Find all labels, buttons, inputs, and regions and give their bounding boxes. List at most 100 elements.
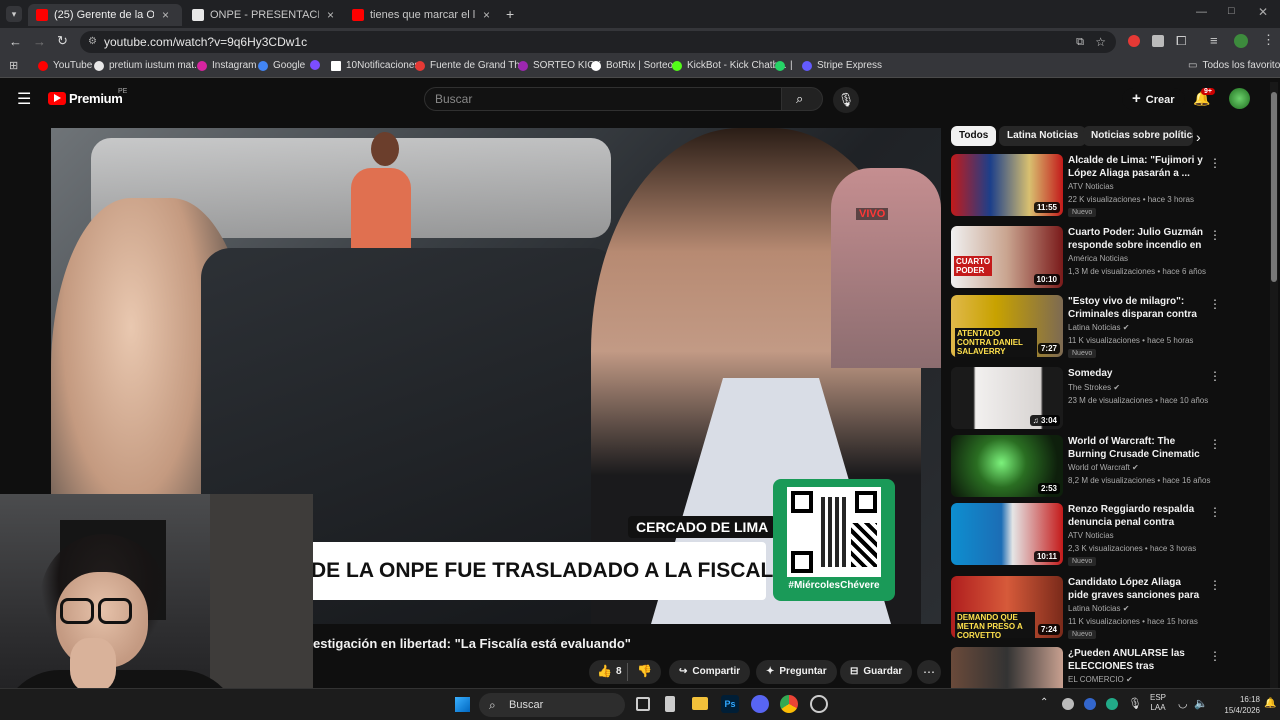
- forward-arrow-icon[interactable]: →: [33, 34, 46, 49]
- video-title[interactable]: Cuarto Poder: Julio Guzmán responde sobr…: [1068, 226, 1204, 252]
- chip-latina-noticias[interactable]: Latina Noticias: [999, 126, 1087, 146]
- more-options-icon[interactable]: ⋮: [1209, 578, 1221, 592]
- more-options-icon[interactable]: ⋮: [1209, 156, 1221, 170]
- search-input[interactable]: Buscar: [424, 87, 782, 111]
- chevron-right-icon[interactable]: ›: [1196, 129, 1201, 145]
- tray-app-icon[interactable]: [1084, 698, 1096, 710]
- bookmark-kickbot[interactable]: KickBot - Kick Chatb...: [672, 60, 786, 71]
- close-tab-icon[interactable]: ×: [483, 8, 490, 22]
- language-indicator[interactable]: ESP LAA: [1150, 693, 1166, 713]
- search-button[interactable]: ⌕: [781, 87, 823, 111]
- account-avatar[interactable]: [1229, 88, 1250, 109]
- address-bar[interactable]: ⚙ youtube.com/watch?v=9q6Hy3CDw1c ⧉ ☆: [80, 31, 1116, 53]
- tray-app-icon[interactable]: [1106, 698, 1118, 710]
- thumbnail[interactable]: 10:11: [951, 503, 1063, 565]
- maximize-icon[interactable]: □: [1228, 5, 1235, 17]
- thumbnail[interactable]: CUARTO PODER 10:10: [951, 226, 1063, 288]
- notification-center-icon[interactable]: 🔔: [1264, 698, 1276, 709]
- video-title[interactable]: ¿Pueden ANULARSE las ELECCIONES tras ERR…: [1068, 647, 1204, 673]
- new-tab-button[interactable]: +: [506, 6, 514, 22]
- chip-todos[interactable]: Todos: [951, 126, 997, 146]
- channel-name[interactable]: World of Warcraft ✔: [1068, 463, 1139, 472]
- site-info-icon[interactable]: ⚙: [88, 31, 97, 53]
- windows-start-icon[interactable]: [455, 697, 470, 712]
- channel-name[interactable]: Latina Noticias ✔: [1068, 323, 1129, 332]
- dislike-thumb-icon[interactable]: 👎: [637, 664, 652, 678]
- reading-list-icon[interactable]: ≡: [1210, 33, 1218, 48]
- photoshop-icon[interactable]: Ps: [721, 695, 739, 713]
- more-options-icon[interactable]: ⋮: [1209, 649, 1221, 663]
- discord-icon[interactable]: [751, 695, 769, 713]
- recommendation-item[interactable]: DEMANDO QUE METAN PRESO A CORVETTO 7:24 …: [951, 576, 1261, 640]
- more-actions-icon[interactable]: ⋯: [917, 660, 941, 684]
- bookmark-botrix[interactable]: BotRix | Sorteos: [591, 60, 678, 71]
- taskbar-search[interactable]: ⌕ Buscar: [479, 693, 625, 717]
- channel-name[interactable]: Latina Noticias ✔: [1068, 604, 1129, 613]
- clock[interactable]: 16:18 15/4/2026: [1212, 694, 1260, 716]
- volume-icon[interactable]: 🔈: [1194, 697, 1208, 710]
- bookmark-instagram[interactable]: Instagram: [197, 60, 256, 71]
- tab-youtube-lapiz[interactable]: tienes que marcar el lapiz caraj ×: [344, 4, 498, 26]
- create-button[interactable]: + Crear: [1122, 88, 1185, 110]
- bookmark-stripe[interactable]: Stripe Express: [802, 60, 882, 71]
- bookmark-x-notifications[interactable]: 10Notificaciones: [331, 60, 419, 71]
- youtube-premium-logo[interactable]: Premium: [69, 91, 123, 106]
- channel-name[interactable]: ATV Noticias: [1068, 531, 1114, 540]
- show-hidden-icons-icon[interactable]: ⌃: [1040, 697, 1048, 708]
- voice-search-mic-icon[interactable]: 🎙: [833, 87, 859, 113]
- extensions-puzzle-icon[interactable]: ⧠: [1176, 33, 1186, 49]
- more-options-icon[interactable]: ⋮: [1209, 437, 1221, 451]
- thumbnail[interactable]: ♫ 3:04: [951, 367, 1063, 429]
- file-explorer-icon[interactable]: [692, 697, 708, 710]
- more-options-icon[interactable]: ⋮: [1209, 369, 1221, 383]
- video-title[interactable]: Candidato López Aliaga pide graves sanci…: [1068, 576, 1204, 602]
- video-title[interactable]: Someday: [1068, 367, 1204, 380]
- scrollbar-thumb[interactable]: [1271, 92, 1277, 282]
- close-window-icon[interactable]: ✕: [1258, 5, 1268, 19]
- thumbnail[interactable]: DEMANDO QUE METAN PRESO A CORVETTO 7:24: [951, 576, 1063, 638]
- minimize-icon[interactable]: —: [1196, 6, 1207, 18]
- chrome-taskbar-icon[interactable]: [780, 695, 798, 713]
- app-icon[interactable]: [665, 696, 675, 712]
- wifi-icon[interactable]: ◡: [1178, 697, 1188, 710]
- apps-grid-icon[interactable]: ⊞: [9, 59, 18, 72]
- more-options-icon[interactable]: ⋮: [1209, 505, 1221, 519]
- channel-name[interactable]: América Noticias: [1068, 254, 1128, 263]
- tab-youtube-onpe[interactable]: (25) Gerente de la ONPE podría ×: [28, 4, 182, 26]
- recommendation-item[interactable]: CUARTO PODER 10:10 Cuarto Poder: Julio Gu…: [951, 226, 1261, 290]
- bookmark-star-icon[interactable]: ☆: [1095, 31, 1106, 53]
- channel-name[interactable]: The Strokes ✔: [1068, 383, 1120, 392]
- ask-button[interactable]: ✦ Preguntar: [756, 660, 837, 684]
- close-tab-icon[interactable]: ×: [327, 8, 334, 22]
- bookmark-google[interactable]: Google: [258, 60, 305, 71]
- microphone-icon[interactable]: 🎙: [1128, 697, 1142, 710]
- channel-name[interactable]: EL COMERCIO ✔: [1068, 675, 1133, 684]
- back-arrow-icon[interactable]: ←: [9, 34, 22, 49]
- task-view-icon[interactable]: [636, 697, 650, 711]
- bookmark-youtube[interactable]: YouTube: [38, 60, 92, 71]
- tray-app-icon[interactable]: [1062, 698, 1074, 710]
- thumbnail[interactable]: 2:53: [951, 435, 1063, 497]
- cast-icon[interactable]: ⧉: [1076, 31, 1084, 53]
- qr-code-icon[interactable]: [787, 487, 881, 577]
- bookmark-sorteo-kick[interactable]: SORTEO KICK: [518, 60, 601, 71]
- youtube-logo-icon[interactable]: [48, 92, 66, 105]
- obs-icon[interactable]: [810, 695, 828, 713]
- bookmark-whatsapp[interactable]: |: [775, 60, 793, 71]
- chip-noticias-politica[interactable]: Noticias sobre política: [1083, 126, 1193, 146]
- recommendation-item[interactable]: 10:11 Renzo Reggiardo respalda denuncia …: [951, 503, 1261, 567]
- recommendation-item[interactable]: ¿Pueden ANULARSE las ELECCIONES tras ERR…: [951, 647, 1261, 688]
- thumbnail[interactable]: [951, 647, 1063, 688]
- close-tab-icon[interactable]: ×: [162, 8, 169, 22]
- tab-onpe-presentacion[interactable]: ONPE - PRESENTACIÓN DE RES ×: [184, 4, 342, 26]
- bookmark-grand-theft[interactable]: Fuente de Grand Th...: [415, 60, 528, 71]
- recommendation-item[interactable]: ATENTADO CONTRA DANIEL SALAVERRY 7:27 "E…: [951, 295, 1261, 359]
- profile-avatar-icon[interactable]: [1234, 34, 1248, 48]
- thumbnail[interactable]: 11:55: [951, 154, 1063, 216]
- video-title[interactable]: Alcalde de Lima: "Fujimori y López Aliag…: [1068, 154, 1204, 180]
- chrome-menu-icon[interactable]: ⋮: [1262, 32, 1275, 48]
- extension-red-icon[interactable]: [1128, 35, 1140, 47]
- recommendation-item[interactable]: 11:55 Alcalde de Lima: "Fujimori y López…: [951, 154, 1261, 218]
- channel-name[interactable]: ATV Noticias: [1068, 182, 1114, 191]
- reload-icon[interactable]: ↻: [57, 33, 68, 49]
